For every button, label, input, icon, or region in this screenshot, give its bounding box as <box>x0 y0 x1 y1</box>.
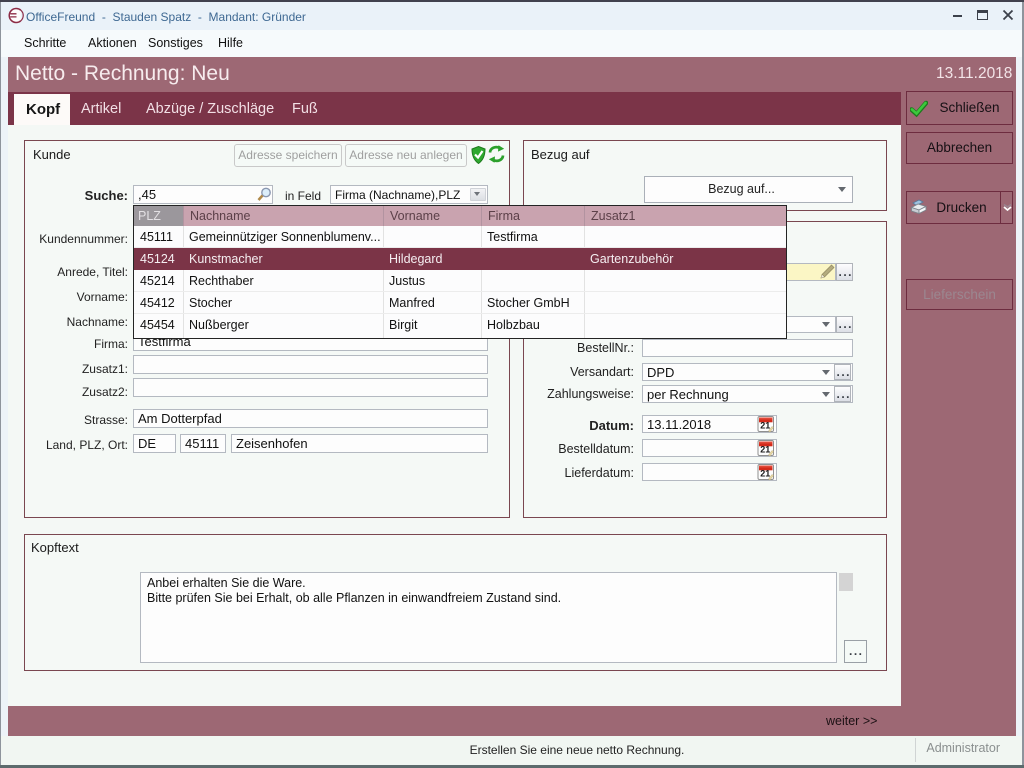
svg-text:21: 21 <box>760 469 770 479</box>
svg-text:21: 21 <box>760 445 770 455</box>
svg-text:21: 21 <box>760 421 770 431</box>
